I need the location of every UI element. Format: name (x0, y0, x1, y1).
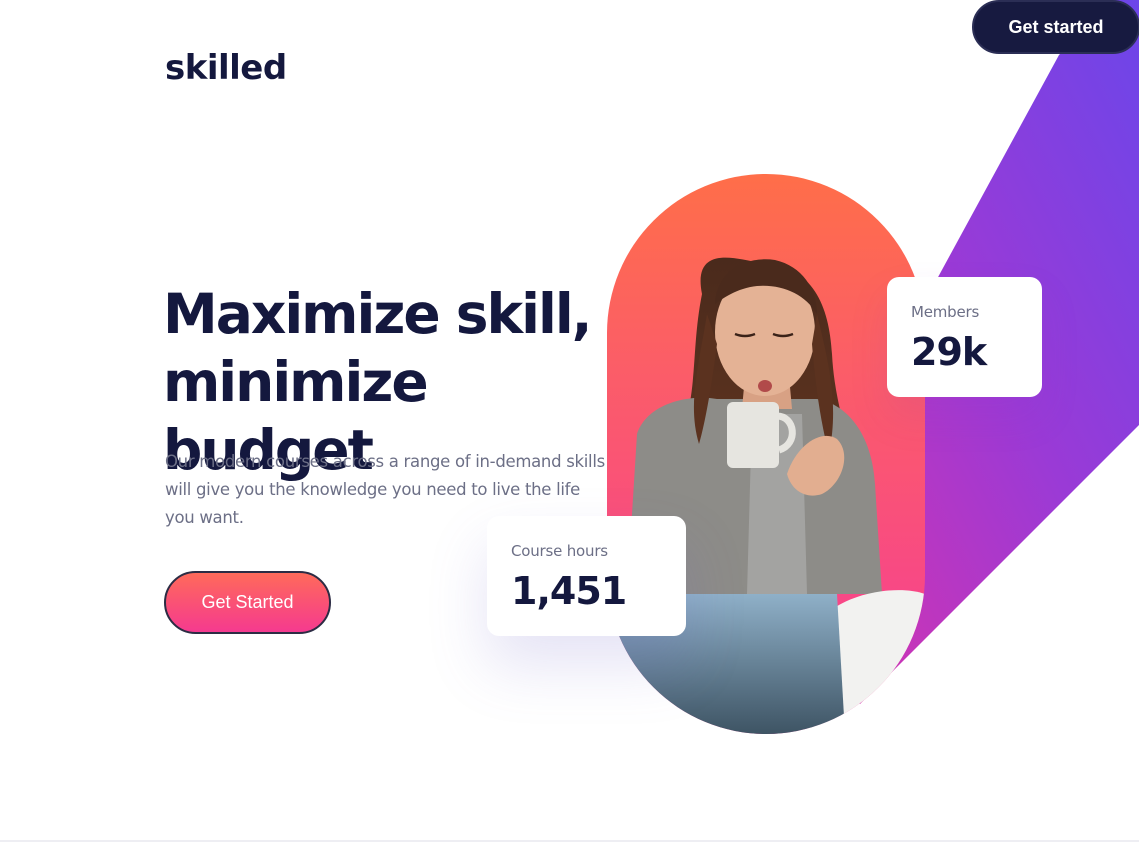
brand-logo[interactable]: skilled (165, 46, 287, 90)
members-stat-value: 29k (911, 330, 987, 374)
course-hours-stat-label: Course hours (511, 542, 608, 560)
course-hours-stat-value: 1,451 (511, 569, 627, 613)
members-stat-label: Members (911, 303, 980, 321)
members-stat-card: Members 29k (887, 277, 1042, 397)
nav-get-started-button[interactable]: Get started (972, 0, 1139, 54)
hero-headline-line-1: Maximize skill, (163, 282, 593, 346)
hero-photo (607, 174, 925, 734)
hero-get-started-button[interactable]: Get Started (164, 571, 331, 634)
course-hours-stat-card: Course hours 1,451 (487, 516, 686, 636)
woman-with-mug-illustration (607, 257, 925, 734)
